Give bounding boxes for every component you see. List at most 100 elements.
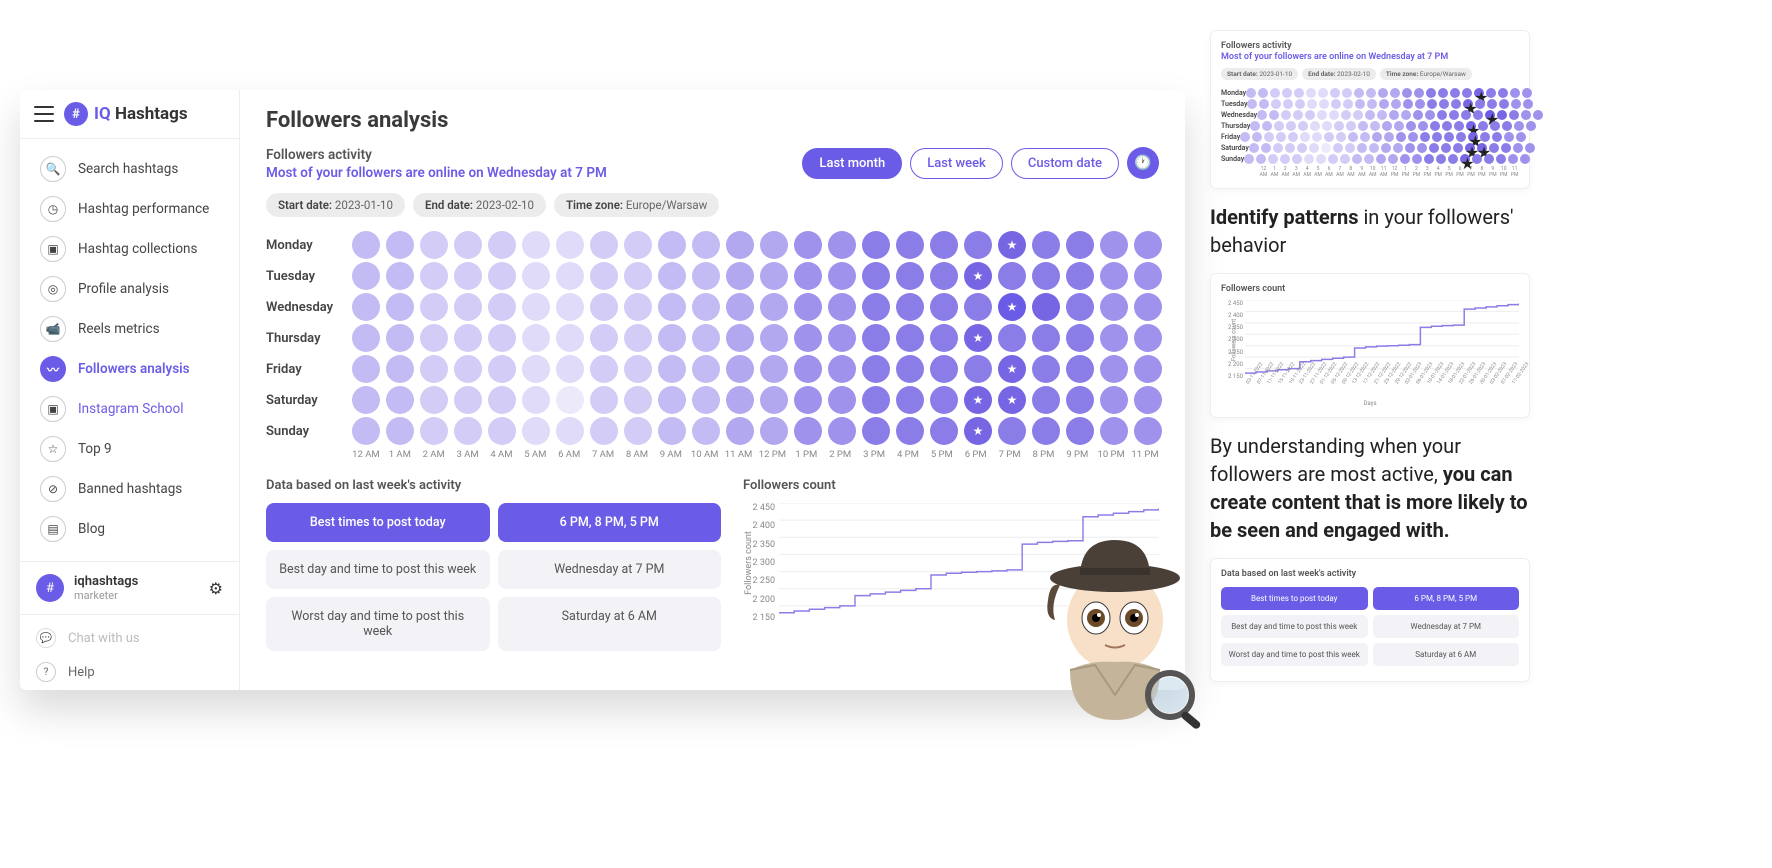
heatmap-dot[interactable] [862, 386, 890, 414]
heatmap-dot[interactable] [1499, 99, 1509, 109]
hamburger-icon[interactable] [34, 106, 54, 122]
heatmap-dot[interactable] [930, 417, 958, 445]
heatmap-dot[interactable] [1510, 88, 1520, 98]
heatmap-dot[interactable] [1378, 88, 1388, 98]
heatmap-dot[interactable] [1032, 293, 1060, 321]
heatmap-dot[interactable] [828, 231, 856, 259]
heatmap-dot[interactable] [930, 324, 958, 352]
heatmap-dot[interactable]: ★ [964, 417, 992, 445]
heatmap-dot[interactable] [1448, 154, 1458, 164]
heatmap-dot[interactable] [522, 324, 550, 352]
heatmap-dot[interactable] [1441, 143, 1451, 153]
heatmap-dot[interactable] [862, 231, 890, 259]
heatmap-dot[interactable] [1484, 154, 1494, 164]
nav-item-profile-analysis[interactable]: ◎Profile analysis [24, 269, 235, 309]
heatmap-dot[interactable] [1514, 121, 1524, 131]
heatmap-dot[interactable] [1418, 121, 1428, 131]
heatmap-dot[interactable] [488, 231, 516, 259]
heatmap-dot[interactable] [1100, 355, 1128, 383]
heatmap-dot[interactable] [1403, 99, 1413, 109]
heatmap-dot[interactable] [692, 231, 720, 259]
heatmap-dot[interactable] [1032, 262, 1060, 290]
heatmap-dot[interactable] [624, 324, 652, 352]
heatmap-dot[interactable] [964, 355, 992, 383]
heatmap-dot[interactable] [1100, 231, 1128, 259]
heatmap-dot[interactable] [1240, 132, 1250, 142]
heatmap-dot[interactable] [930, 355, 958, 383]
heatmap-dot[interactable] [454, 355, 482, 383]
heatmap-dot[interactable] [1451, 99, 1461, 109]
heatmap-dot[interactable] [1244, 154, 1254, 164]
heatmap-dot[interactable] [760, 231, 788, 259]
heatmap-dot[interactable] [352, 231, 380, 259]
heatmap-dot[interactable] [1322, 121, 1332, 131]
heatmap-dot[interactable] [1394, 121, 1404, 131]
heatmap-dot[interactable] [1511, 99, 1521, 109]
heatmap-dot[interactable]: ★ [1460, 154, 1470, 164]
heatmap-dot[interactable] [522, 262, 550, 290]
heatmap-dot[interactable] [454, 293, 482, 321]
heatmap-dot[interactable] [1358, 121, 1368, 131]
heatmap-dot[interactable] [964, 231, 992, 259]
heatmap-dot[interactable] [1100, 262, 1128, 290]
heatmap-dot[interactable]: ★ [1485, 110, 1495, 120]
heatmap-dot[interactable] [1276, 132, 1286, 142]
heatmap-dot[interactable] [1420, 132, 1430, 142]
heatmap-dot[interactable] [352, 355, 380, 383]
heatmap-dot[interactable] [1258, 88, 1268, 98]
heatmap-dot[interactable] [1450, 88, 1460, 98]
heatmap-dot[interactable] [420, 355, 448, 383]
heatmap-dot[interactable] [692, 324, 720, 352]
heatmap-dot[interactable] [1252, 132, 1262, 142]
heatmap-dot[interactable] [658, 293, 686, 321]
heatmap-dot[interactable] [1384, 132, 1394, 142]
heatmap-dot[interactable] [1330, 88, 1340, 98]
heatmap-dot[interactable] [1424, 154, 1434, 164]
heatmap-dot[interactable] [1282, 88, 1292, 98]
nav-item-blog[interactable]: ▤Blog [24, 509, 235, 549]
heatmap-dot[interactable] [726, 293, 754, 321]
heatmap-dot[interactable] [1285, 143, 1295, 153]
heatmap-dot[interactable] [1305, 110, 1315, 120]
heatmap-dot[interactable]: ★ [998, 293, 1026, 321]
heatmap-dot[interactable] [1286, 121, 1296, 131]
heatmap-dot[interactable] [1353, 110, 1363, 120]
heatmap-dot[interactable] [1390, 88, 1400, 98]
heatmap-dot[interactable] [1032, 231, 1060, 259]
heatmap-dot[interactable] [862, 355, 890, 383]
heatmap-dot[interactable] [1497, 110, 1507, 120]
heatmap-dot[interactable] [896, 355, 924, 383]
heatmap-dot[interactable] [488, 324, 516, 352]
heatmap-dot[interactable] [1444, 132, 1454, 142]
heatmap-dot[interactable] [896, 293, 924, 321]
heatmap-dot[interactable] [794, 324, 822, 352]
heatmap-dot[interactable] [1429, 143, 1439, 153]
heatmap-dot[interactable] [794, 355, 822, 383]
heatmap-dot[interactable] [896, 324, 924, 352]
heatmap-dot[interactable] [760, 324, 788, 352]
heatmap-dot[interactable] [1257, 110, 1267, 120]
heatmap-dot[interactable] [1259, 99, 1269, 109]
heatmap-dot[interactable]: ★ [1466, 121, 1476, 131]
heatmap-dot[interactable] [930, 293, 958, 321]
heatmap-dot[interactable] [1134, 417, 1162, 445]
heatmap-dot[interactable] [828, 355, 856, 383]
heatmap-dot[interactable] [1334, 121, 1344, 131]
heatmap-dot[interactable] [1352, 154, 1362, 164]
heatmap-dot[interactable] [862, 293, 890, 321]
heatmap-dot[interactable] [352, 293, 380, 321]
heatmap-dot[interactable] [1381, 143, 1391, 153]
heatmap-dot[interactable] [1449, 110, 1459, 120]
heatmap-dot[interactable] [454, 417, 482, 445]
heatmap-dot[interactable] [1376, 154, 1386, 164]
bottom-chat-with-us[interactable]: 💬Chat with us [20, 621, 239, 655]
heatmap-dot[interactable] [1402, 88, 1412, 98]
heatmap-dot[interactable] [726, 262, 754, 290]
heatmap-dot[interactable] [1318, 88, 1328, 98]
heatmap-dot[interactable] [1426, 88, 1436, 98]
heatmap-dot[interactable] [1032, 386, 1060, 414]
heatmap-dot[interactable] [794, 386, 822, 414]
heatmap-dot[interactable] [1341, 110, 1351, 120]
nav-item-hashtag-performance[interactable]: ◷Hashtag performance [24, 189, 235, 229]
heatmap-dot[interactable] [1297, 143, 1307, 153]
